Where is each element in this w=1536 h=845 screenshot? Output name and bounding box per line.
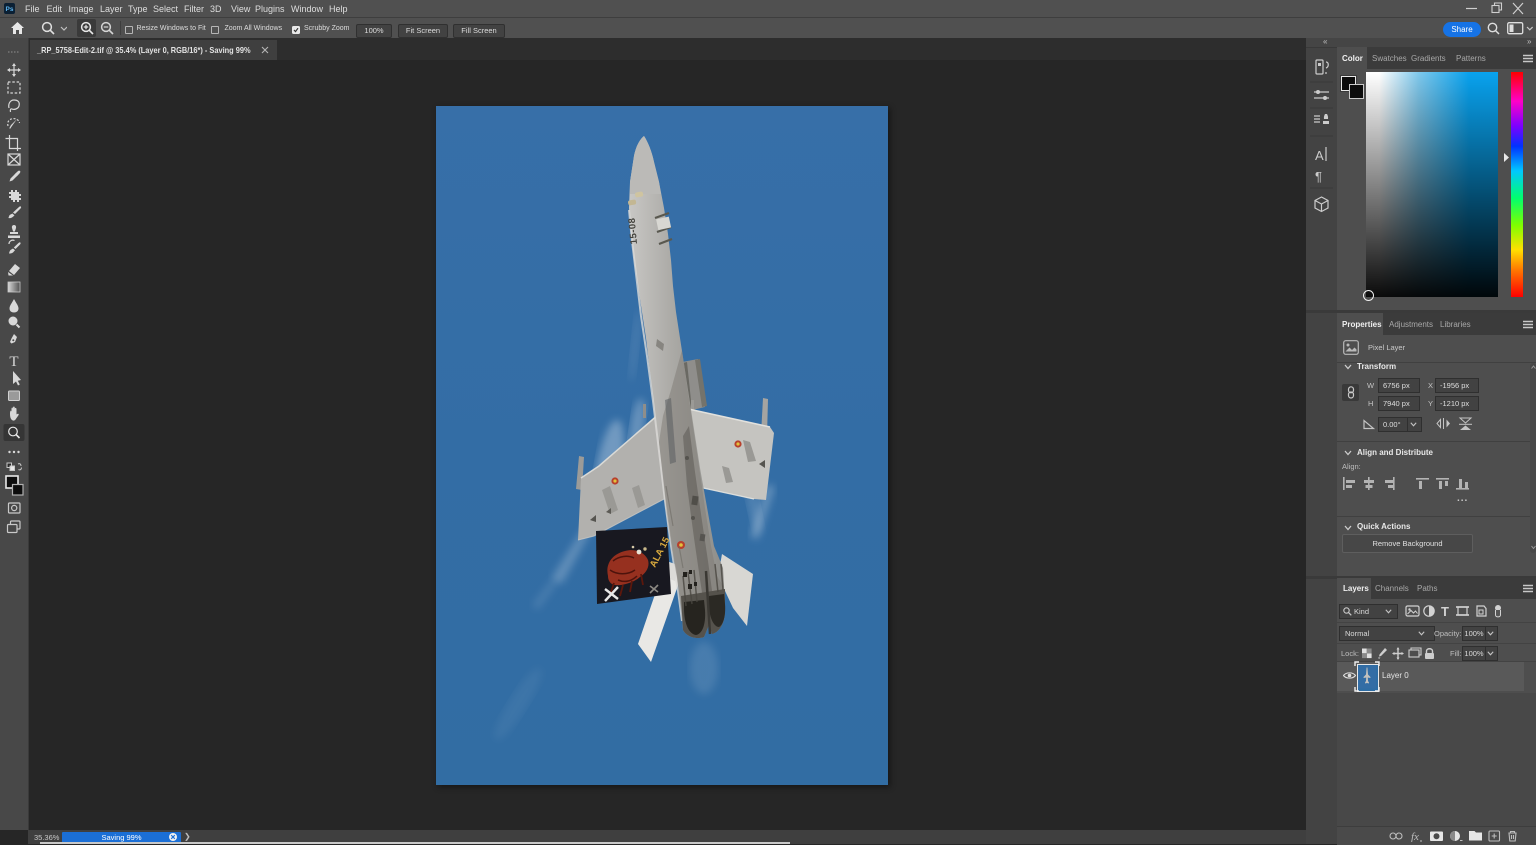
svg-text:Ps: Ps bbox=[6, 6, 14, 13]
svg-text:¶: ¶ bbox=[1315, 169, 1322, 184]
svg-text:fx: fx bbox=[1411, 831, 1419, 842]
svg-text:15-08: 15-08 bbox=[627, 217, 640, 245]
svg-text:A: A bbox=[1315, 148, 1324, 163]
svg-text:T: T bbox=[1441, 604, 1449, 618]
svg-text:T: T bbox=[9, 354, 18, 370]
